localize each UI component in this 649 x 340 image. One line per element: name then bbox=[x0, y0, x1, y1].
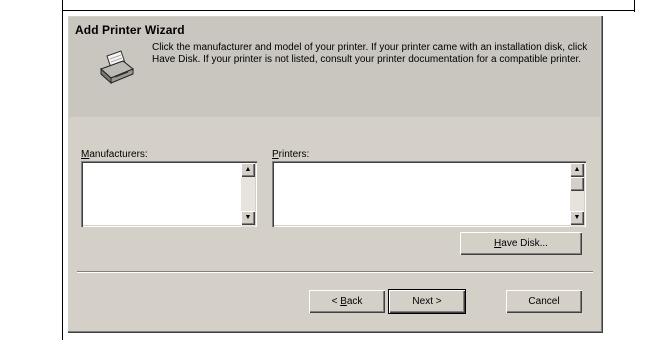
printers-label: Printers: bbox=[272, 149, 309, 161]
page-frame-left bbox=[62, 0, 63, 340]
window-title: Add Printer Wizard bbox=[75, 23, 185, 37]
instructions-text: Click the manufacturer and model of your… bbox=[152, 42, 588, 65]
manufacturers-scroll-up-button[interactable]: ▲ bbox=[241, 163, 255, 177]
back-label: ack bbox=[346, 296, 363, 307]
manufacturers-scroll-down-button[interactable]: ▼ bbox=[241, 211, 255, 225]
back-prefix: < bbox=[331, 296, 341, 307]
manufacturers-listbox[interactable]: ▲ ▼ bbox=[81, 161, 257, 227]
have-disk-button[interactable]: Have Disk... bbox=[460, 232, 582, 255]
printers-scroll-up-button[interactable]: ▲ bbox=[570, 163, 584, 177]
add-printer-wizard-dialog: Add Printer Wizard Click the manufacture… bbox=[67, 15, 603, 333]
next-button[interactable]: Next > bbox=[389, 290, 465, 313]
manufacturers-scrollbar[interactable]: ▲ ▼ bbox=[241, 163, 255, 227]
printers-scroll-thumb[interactable] bbox=[570, 177, 584, 191]
have-disk-label: ave Disk... bbox=[501, 238, 548, 249]
printers-label-accelerator: P bbox=[272, 149, 279, 160]
manufacturers-label-text: anufacturers: bbox=[89, 149, 148, 160]
printer-icon bbox=[100, 50, 134, 85]
back-accelerator: B bbox=[340, 296, 347, 307]
wizard-header: Add Printer Wizard Click the manufacture… bbox=[69, 17, 600, 117]
back-button[interactable]: < Back bbox=[309, 290, 385, 313]
printers-scroll-down-button[interactable]: ▼ bbox=[570, 211, 584, 225]
printers-scrollbar[interactable]: ▲ ▼ bbox=[570, 163, 584, 227]
button-separator bbox=[77, 271, 593, 273]
printers-listbox[interactable]: ▲ ▼ bbox=[272, 161, 586, 227]
cancel-button[interactable]: Cancel bbox=[506, 290, 582, 313]
page-frame-right bbox=[634, 0, 635, 12]
manufacturers-label: Manufacturers: bbox=[81, 149, 148, 161]
page-frame-top bbox=[62, 10, 635, 11]
printers-label-text: rinters: bbox=[278, 149, 310, 160]
